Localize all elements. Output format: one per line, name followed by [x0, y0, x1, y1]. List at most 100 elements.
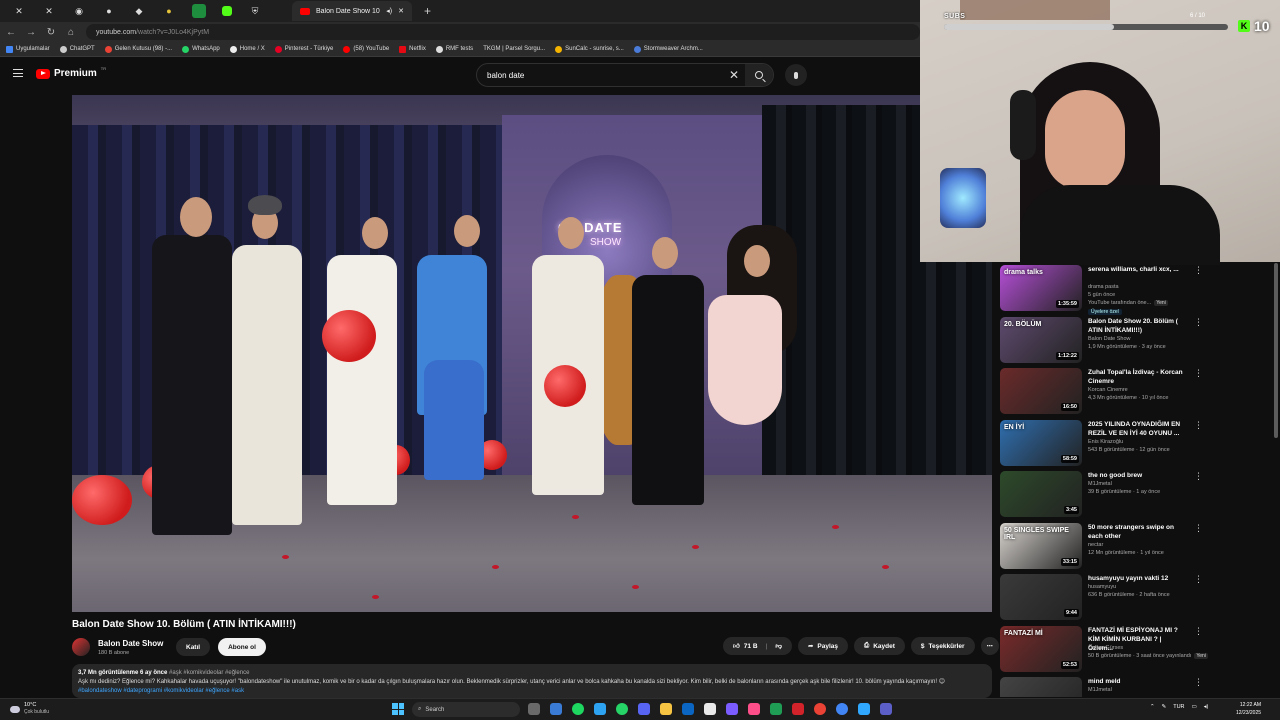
- bookmark-stormweaver[interactable]: Stormweaver Archm...: [633, 45, 703, 53]
- search-input[interactable]: balon date: [477, 71, 723, 80]
- discord-icon[interactable]: [638, 703, 650, 715]
- recommendation-thumbnail[interactable]: drama talks 1:35:59: [1000, 265, 1082, 311]
- task-view-icon[interactable]: [528, 703, 540, 715]
- recommendation-title[interactable]: mind meld: [1088, 677, 1188, 686]
- bookmark-gmail[interactable]: Gelen Kutusu (98) -...: [104, 45, 172, 53]
- recommendation-thumbnail[interactable]: [1000, 677, 1082, 697]
- home-icon[interactable]: ⌂: [66, 27, 76, 38]
- bookmark-netflix[interactable]: Netflix: [399, 45, 426, 53]
- file-explorer-icon[interactable]: [660, 703, 672, 715]
- network-icon[interactable]: ▭: [1192, 704, 1197, 710]
- recommendation-title[interactable]: 2025 YILINDA OYNADIĞIM EN REZİL VE EN İY…: [1088, 420, 1188, 438]
- menu-icon[interactable]: [13, 69, 23, 77]
- tray-chevron-icon[interactable]: ⌃: [1150, 704, 1155, 710]
- weather-widget[interactable]: 10°C Çok bulutlu: [10, 702, 49, 716]
- save-button[interactable]: ⎙ Kaydet: [854, 637, 905, 655]
- spotify-icon[interactable]: [572, 703, 584, 715]
- recommendation-item[interactable]: 20. BÖLÜM 1:12:22 Balon Date Show 20. Bölü…: [998, 315, 1280, 365]
- recommendation-title[interactable]: Balon Date Show 20. Bölüm ( ATIN İNTİKAM…: [1088, 317, 1188, 335]
- clock[interactable]: 12:22 AM 12/23/2025: [1236, 701, 1261, 717]
- volume-icon[interactable]: ◂): [1204, 704, 1209, 710]
- recommendation-thumbnail[interactable]: 20. BÖLÜM 1:12:22: [1000, 316, 1082, 363]
- recommendation-channel[interactable]: nectar: [1088, 542, 1198, 548]
- recommendation-thumbnail[interactable]: 50 SINGLES SWIPE IRL 33:15: [1000, 522, 1082, 569]
- tab-close-icon[interactable]: ✕: [398, 7, 404, 15]
- language-indicator[interactable]: TUR: [1173, 704, 1184, 710]
- x-tab-icon-2[interactable]: ✕: [42, 4, 56, 18]
- photoshop-icon[interactable]: [858, 703, 870, 715]
- excel-icon[interactable]: [770, 703, 782, 715]
- search-button[interactable]: [745, 64, 773, 86]
- subscribe-button[interactable]: Abone ol: [218, 638, 266, 656]
- chrome-profile-icon[interactable]: [836, 703, 848, 715]
- more-options-icon[interactable]: ⋮: [1194, 523, 1203, 534]
- widgets-icon[interactable]: [550, 703, 562, 715]
- channel-name[interactable]: Balon Date Show: [98, 639, 176, 648]
- shield-tab-icon[interactable]: ⛨: [248, 4, 262, 18]
- channel-avatar[interactable]: [72, 638, 90, 656]
- more-options-icon[interactable]: ⋮: [1194, 368, 1203, 379]
- more-actions-button[interactable]: ⋯: [980, 637, 1000, 655]
- thanks-button[interactable]: $ Teşekkürler: [910, 637, 975, 655]
- recommendation-channel[interactable]: Balon Date Show: [1088, 336, 1198, 342]
- bookmark-tkgm[interactable]: TKGM | Parsel Sorgu...: [483, 46, 545, 52]
- bookmark-suncalc[interactable]: SunCalc - sunrise, s...: [555, 45, 624, 53]
- kick-tab-icon[interactable]: [222, 6, 232, 16]
- recommendation-channel[interactable]: Enis Kirazoğlu: [1088, 439, 1198, 445]
- bookmark-chatgpt[interactable]: ChatGPT: [59, 45, 95, 53]
- whatsapp-taskbar-icon[interactable]: [616, 703, 628, 715]
- recommendation-thumbnail[interactable]: 16:50: [1000, 368, 1082, 414]
- taskbar-search[interactable]: ⌕ Search: [412, 702, 520, 717]
- clear-search-icon[interactable]: ✕: [723, 68, 745, 82]
- pinned-tab-icon-3[interactable]: ●: [162, 4, 176, 18]
- description-hashtags[interactable]: #balondateshow #dateprogrami #komikvideo…: [78, 688, 244, 694]
- more-options-icon[interactable]: ⋮: [1194, 265, 1203, 276]
- recommendation-channel[interactable]: Özlem Gürses: [1088, 645, 1198, 651]
- recommendation-item[interactable]: EN İYİ 58:59 2025 YILINDA OYNADIĞIM EN REZ…: [998, 418, 1280, 468]
- recommendation-item[interactable]: drama talks 1:35:59 serena williams, charl…: [998, 263, 1280, 315]
- start-button[interactable]: [392, 703, 404, 715]
- bookmark-youtube[interactable]: (58) YouTube: [343, 45, 389, 53]
- recommendation-thumbnail[interactable]: 3:45: [1000, 471, 1082, 517]
- pinned-tab-icon-2[interactable]: ◆: [132, 4, 146, 18]
- chrome-icon[interactable]: [814, 703, 826, 715]
- more-options-icon[interactable]: ⋮: [1194, 420, 1203, 431]
- url-field[interactable]: youtube.com/watch?v=J0Lo4KjPytM: [86, 24, 920, 40]
- recommendation-channel[interactable]: M1Jmetal: [1088, 687, 1198, 693]
- recommendation-item[interactable]: FANTAZİ Mİ 52:53 FANTAZİ Mİ ESPİYONAJ MI ?…: [998, 624, 1280, 674]
- join-button[interactable]: Katıl: [176, 638, 211, 656]
- new-tab-button[interactable]: +: [424, 4, 431, 18]
- recommendation-item[interactable]: 50 SINGLES SWIPE IRL 33:15 50 more strange…: [998, 521, 1280, 571]
- obs-icon[interactable]: [726, 703, 738, 715]
- recommendation-thumbnail[interactable]: FANTAZİ Mİ 52:53: [1000, 625, 1082, 672]
- youtube-premium-logo[interactable]: Premium TR: [36, 66, 106, 79]
- back-icon[interactable]: ←: [6, 27, 16, 38]
- audio-icon[interactable]: ◂): [386, 7, 392, 15]
- bookmark-apps[interactable]: Uygulamalar: [6, 45, 50, 53]
- more-options-icon[interactable]: ⋮: [1194, 574, 1203, 585]
- recommendation-channel[interactable]: husamyuyu: [1088, 584, 1198, 590]
- like-button[interactable]: 👍︎ 71 B | 👎︎: [723, 637, 792, 655]
- forward-icon[interactable]: →: [26, 27, 36, 38]
- sheets-tab-icon[interactable]: [192, 4, 206, 18]
- recommendation-channel[interactable]: M1Jmetal: [1088, 481, 1198, 487]
- tray-pen-icon[interactable]: ✎: [1162, 704, 1167, 710]
- pinned-tab-icon[interactable]: ◉: [72, 4, 86, 18]
- instagram-icon[interactable]: [748, 703, 760, 715]
- acrobat-icon[interactable]: [792, 703, 804, 715]
- recommendation-title[interactable]: 50 more strangers swipe on each other: [1088, 523, 1188, 541]
- bookmark-x[interactable]: Home / X: [229, 45, 265, 53]
- recommendation-item[interactable]: 9:44 husamyuyu yayın vakti 12 husamyuyu 636…: [998, 572, 1280, 622]
- video-player[interactable]: ON DATE SHOW: [72, 95, 992, 612]
- more-options-icon[interactable]: ⋮: [1194, 677, 1203, 688]
- bookmark-rmf[interactable]: RMF tests: [435, 45, 473, 53]
- recommendations-scrollbar[interactable]: [1274, 263, 1278, 438]
- steam-icon[interactable]: [704, 703, 716, 715]
- recommendation-item[interactable]: 16:50 Zuhal Topal'la İzdivaç - Korcan Cin…: [998, 366, 1280, 416]
- recommendation-title[interactable]: the no good brew: [1088, 471, 1188, 480]
- copilot-icon[interactable]: [594, 703, 606, 715]
- more-options-icon[interactable]: ⋮: [1194, 317, 1203, 328]
- dislike-icon[interactable]: 👎︎: [775, 642, 782, 650]
- recommendation-thumbnail[interactable]: EN İYİ 58:59: [1000, 419, 1082, 466]
- recommendation-channel[interactable]: Korcan Cinemre: [1088, 387, 1198, 393]
